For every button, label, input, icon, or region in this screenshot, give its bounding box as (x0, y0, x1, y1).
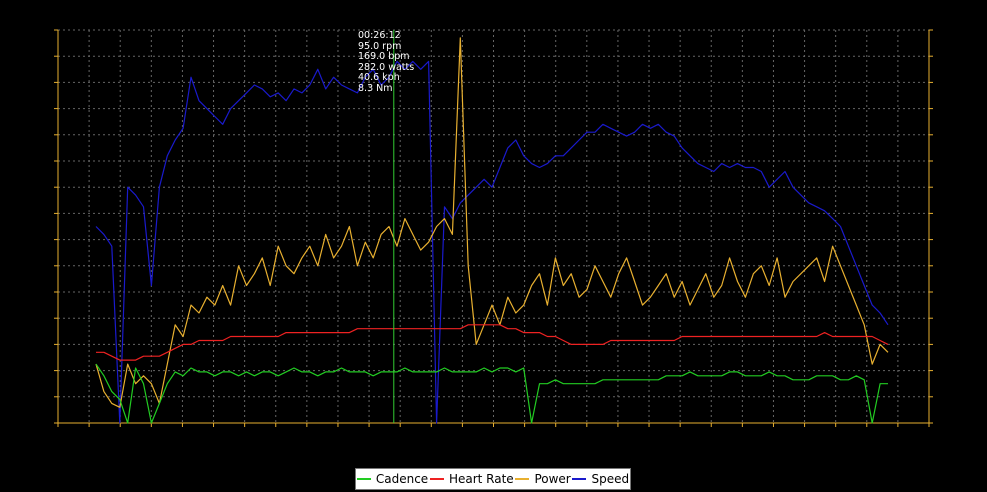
legend-label-heart-rate: Heart Rate (448, 472, 514, 486)
axes (54, 29, 933, 427)
legend-item-heart-rate[interactable]: Heart Rate (429, 472, 514, 486)
legend-swatch-power (515, 478, 530, 480)
legend-item-cadence[interactable]: Cadence (356, 472, 429, 486)
series-line-speed (95, 60, 889, 424)
cursor-readout: 00:26:12 95.0 rpm 169.0 bpm 282.0 watts … (358, 30, 414, 94)
series-line-power (95, 37, 889, 408)
legend: Cadence Heart Rate Power Speed (355, 468, 631, 490)
readout-time: 00:26:12 (358, 30, 401, 41)
legend-swatch-speed (572, 478, 587, 480)
legend-item-speed[interactable]: Speed (572, 472, 629, 486)
series-line-heart-rate (96, 324, 889, 361)
legend-label-speed: Speed (591, 472, 630, 486)
readout-torque: 8.3 Nm (358, 82, 393, 94)
readout-speed: 40.6 kph (358, 72, 400, 83)
legend-item-power[interactable]: Power (515, 472, 571, 486)
legend-swatch-heart-rate (429, 478, 444, 480)
series-line-cadence (95, 363, 888, 424)
series-group (95, 37, 889, 424)
legend-swatch-cadence (356, 478, 371, 480)
legend-label-power: Power (534, 472, 571, 486)
plot-area (54, 29, 933, 427)
legend-label-cadence: Cadence (375, 472, 429, 486)
readout-heart-rate: 169.0 bpm (358, 51, 410, 62)
